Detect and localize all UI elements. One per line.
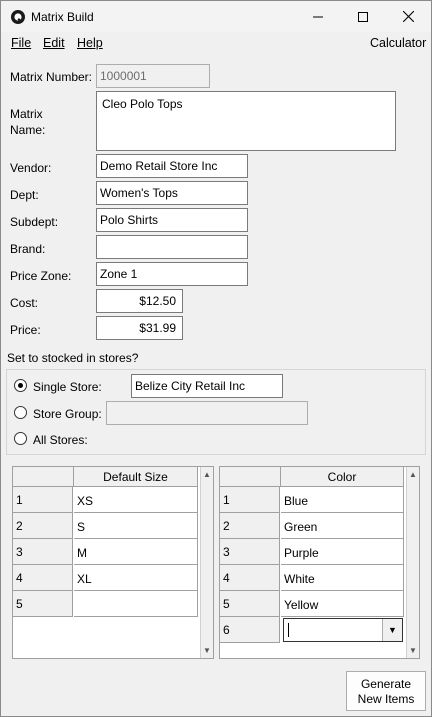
scroll-up-icon[interactable]: ▲ bbox=[203, 470, 211, 479]
color-row-header[interactable]: 1 bbox=[220, 487, 280, 513]
size-grid-header[interactable]: Default Size bbox=[74, 467, 198, 487]
close-icon bbox=[403, 11, 414, 22]
menu-edit[interactable]: Edit bbox=[43, 36, 65, 50]
generate-button-line2: New Items bbox=[357, 692, 415, 706]
store-group-field[interactable] bbox=[106, 401, 308, 425]
store-group-radio[interactable] bbox=[14, 406, 27, 419]
matrix-number-field[interactable]: 1000001 bbox=[96, 64, 210, 88]
app-logo-icon bbox=[11, 10, 25, 24]
generate-new-items-button[interactable]: Generate New Items bbox=[346, 671, 426, 711]
color-grid-scrollbar[interactable]: ▲ ▼ bbox=[406, 467, 419, 658]
color-cell[interactable]: Blue bbox=[281, 487, 404, 513]
menu-file[interactable]: File bbox=[11, 36, 31, 50]
color-row-header[interactable]: 2 bbox=[220, 513, 280, 539]
color-row-header[interactable]: 5 bbox=[220, 591, 280, 617]
price-zone-label: Price Zone: bbox=[10, 269, 72, 283]
minimize-icon bbox=[312, 16, 323, 17]
vendor-field[interactable]: Demo Retail Store Inc bbox=[96, 154, 248, 178]
price-label: Price: bbox=[10, 323, 41, 337]
size-cell[interactable] bbox=[74, 591, 198, 617]
color-grid-header[interactable]: Color bbox=[281, 467, 404, 487]
price-zone-field[interactable]: Zone 1 bbox=[96, 262, 248, 286]
color-grid[interactable]: Color 1 Blue 2 Green 3 Purple 4 White 5 … bbox=[219, 466, 420, 659]
maximize-icon bbox=[357, 11, 368, 22]
all-stores-label[interactable]: All Stores: bbox=[33, 433, 88, 447]
size-cell[interactable]: S bbox=[74, 513, 198, 539]
color-cell[interactable]: Yellow bbox=[281, 591, 404, 617]
color-cell-editor[interactable]: ▼ bbox=[283, 618, 403, 642]
vendor-label: Vendor: bbox=[10, 161, 52, 175]
size-row-header[interactable]: 5 bbox=[13, 591, 73, 617]
text-caret bbox=[288, 623, 289, 637]
close-button[interactable] bbox=[386, 1, 431, 32]
single-store-label[interactable]: Single Store: bbox=[33, 380, 102, 394]
all-stores-radio[interactable] bbox=[14, 432, 27, 445]
size-row-header[interactable]: 4 bbox=[13, 565, 73, 591]
color-cell[interactable]: White bbox=[281, 565, 404, 591]
color-row-header[interactable]: 6 bbox=[220, 617, 280, 643]
size-cell[interactable]: XL bbox=[74, 565, 198, 591]
scroll-up-icon[interactable]: ▲ bbox=[409, 470, 417, 479]
size-grid-scrollbar[interactable]: ▲ ▼ bbox=[200, 467, 213, 658]
dept-field[interactable]: Women's Tops bbox=[96, 181, 248, 205]
single-store-field[interactable]: Belize City Retail Inc bbox=[131, 374, 283, 398]
minimize-button[interactable] bbox=[295, 1, 340, 32]
cost-field[interactable]: $12.50 bbox=[96, 289, 183, 313]
scroll-down-icon[interactable]: ▼ bbox=[409, 646, 417, 655]
color-row-header[interactable]: 3 bbox=[220, 539, 280, 565]
matrix-build-window: Matrix Build File Edit Help Calculator M… bbox=[0, 0, 432, 717]
dropdown-arrow-icon[interactable]: ▼ bbox=[382, 619, 402, 641]
size-row-header[interactable]: 3 bbox=[13, 539, 73, 565]
matrix-name-label-line1: Matrix bbox=[10, 107, 43, 121]
title-bar: Matrix Build bbox=[1, 1, 431, 32]
window-title: Matrix Build bbox=[31, 10, 94, 24]
size-cell[interactable]: XS bbox=[74, 487, 198, 513]
menu-help[interactable]: Help bbox=[77, 36, 103, 50]
store-group-label[interactable]: Store Group: bbox=[33, 407, 102, 421]
stocked-heading: Set to stocked in stores? bbox=[7, 351, 139, 365]
dept-label: Dept: bbox=[10, 188, 39, 202]
subdept-field[interactable]: Polo Shirts bbox=[96, 208, 248, 232]
subdept-label: Subdept: bbox=[10, 215, 59, 229]
size-cell[interactable]: M bbox=[74, 539, 198, 565]
size-row-header[interactable]: 1 bbox=[13, 487, 73, 513]
generate-button-line1: Generate bbox=[360, 677, 412, 691]
color-cell[interactable]: Green bbox=[281, 513, 404, 539]
menu-bar: File Edit Help Calculator bbox=[1, 32, 431, 54]
matrix-name-field[interactable]: Cleo Polo Tops bbox=[96, 91, 396, 151]
brand-field[interactable] bbox=[96, 235, 248, 259]
menu-calculator[interactable]: Calculator bbox=[370, 36, 426, 50]
single-store-radio[interactable] bbox=[14, 379, 27, 392]
matrix-name-label-line2: Name: bbox=[10, 123, 46, 137]
size-grid[interactable]: Default Size 1 XS 2 S 3 M 4 XL 5 ▲ ▼ bbox=[12, 466, 214, 659]
brand-label: Brand: bbox=[10, 242, 46, 256]
size-grid-corner bbox=[13, 467, 74, 487]
cost-label: Cost: bbox=[10, 296, 39, 310]
color-row-header[interactable]: 4 bbox=[220, 565, 280, 591]
color-cell[interactable]: Purple bbox=[281, 539, 404, 565]
matrix-number-label: Matrix Number: bbox=[10, 70, 93, 84]
scroll-down-icon[interactable]: ▼ bbox=[203, 646, 211, 655]
maximize-button[interactable] bbox=[340, 1, 385, 32]
price-field[interactable]: $31.99 bbox=[96, 316, 183, 340]
color-grid-corner bbox=[220, 467, 281, 487]
size-row-header[interactable]: 2 bbox=[13, 513, 73, 539]
